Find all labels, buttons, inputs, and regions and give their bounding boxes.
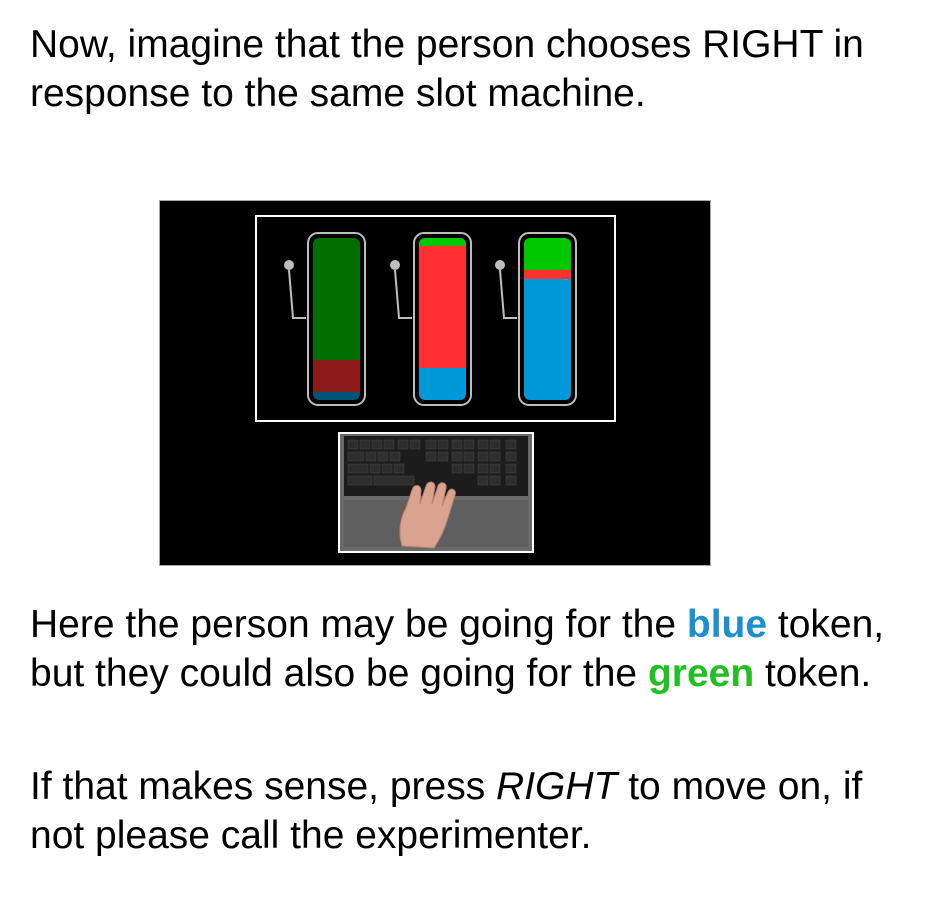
- instruction-text: If that makes sense, press RIGHT to move…: [30, 762, 920, 860]
- red-level: [524, 270, 571, 279]
- blue-level: [313, 391, 360, 400]
- blue-level: [419, 367, 466, 400]
- blue-token-label: blue: [686, 603, 768, 646]
- green-level: [313, 238, 360, 360]
- explanation-part1: Here the person may be going for the: [30, 603, 687, 646]
- lever-icon: [390, 260, 412, 319]
- right-key-label: RIGHT: [496, 765, 618, 808]
- green-token-label: green: [647, 652, 755, 695]
- explanation-part3: token.: [754, 652, 872, 695]
- intro-text: Now, imagine that the person chooses RIG…: [30, 23, 864, 115]
- slot-machine-2: [413, 232, 472, 406]
- slot-machine-3: [518, 232, 577, 406]
- keyboard-hand-image: [338, 432, 534, 553]
- green-level: [419, 238, 466, 247]
- slot-machine-1: [307, 232, 366, 406]
- lever-icon: [284, 260, 306, 319]
- blue-level: [524, 278, 571, 400]
- red-level: [419, 246, 466, 368]
- keyboard-icon: [340, 434, 532, 551]
- instruction-part1: If that makes sense, press: [30, 765, 497, 808]
- explanation-text: Here the person may be going for the blu…: [30, 600, 920, 698]
- lever-icon: [495, 260, 517, 319]
- red-level: [313, 359, 360, 392]
- green-level: [524, 238, 571, 271]
